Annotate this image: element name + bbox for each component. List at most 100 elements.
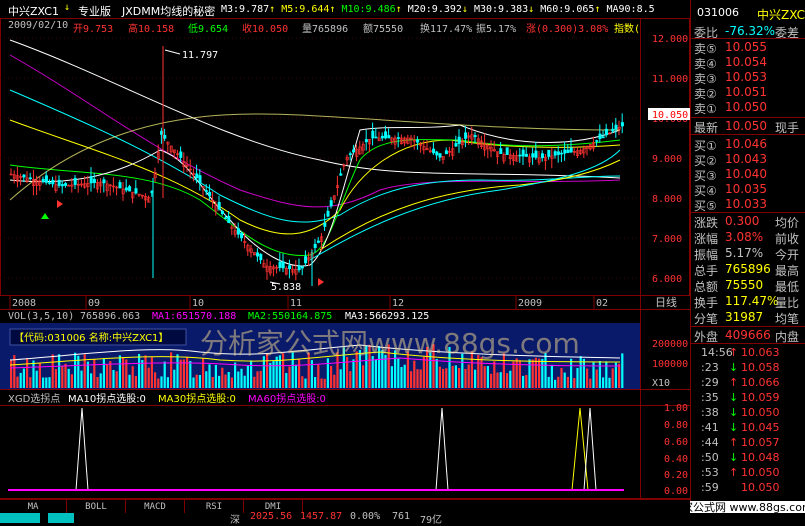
candle-body [416,139,420,143]
rp-extra: 最低 [775,280,800,294]
volume-bar [608,377,611,388]
rp-value: 765896 [725,262,771,276]
volume-bar [390,366,393,388]
indicator-name[interactable]: JXDMM均线的秘密 [122,3,215,19]
rp-outer: 外盘 409666 内盘 [694,328,800,344]
volume-bar [576,367,579,388]
tick-time: :29 [701,376,719,389]
volume-bar [205,371,208,388]
ma-m5: M5:9.644 [281,4,330,15]
volume-bar [234,362,237,388]
quote-change: 涨(0.300)3.08% [526,24,609,35]
candle-body [92,178,96,183]
tick-direction-icon: ↓ [729,361,739,374]
candle-body [380,135,384,139]
vol-axis-tick: 100000 [652,359,688,370]
candle-body [134,188,138,194]
volume-bar [48,377,51,388]
volume-bar [224,374,227,388]
candle-body [432,148,436,154]
candle-body [281,261,285,269]
dropdown-arrow-icon[interactable]: ↓ [64,2,70,13]
date-tick: 2008 [12,298,36,309]
volume-bar [563,372,566,388]
volume-bar [173,369,176,388]
status-pct: 0.00% [350,511,381,522]
candle-body [457,136,461,144]
rp-value: 10.043 [725,152,767,166]
volume-bar [317,364,320,388]
date-tick: 12 [392,298,404,309]
volume-bar [323,378,326,388]
mode-label[interactable]: 专业版 [78,3,111,19]
rp-label: 振幅 [694,248,719,262]
rp-value: 31987 [725,310,764,324]
vol-title: VOL(3,5,10) [8,311,74,322]
candle-body [387,135,391,139]
volume-bar [560,367,563,388]
volume-bar [531,359,534,388]
period-label[interactable]: 日线 [655,295,677,309]
candle-body [499,148,503,155]
tick-row: :50 ↓ 10.048 [691,451,805,465]
ma-values: M3:9.787↑ M5:9.644↑ M10:9.486↑ M20:9.392… [221,4,655,15]
volume-bar [106,364,109,388]
tab-boll[interactable]: BOLL [67,500,126,514]
volume-bar [464,368,467,388]
candle-body [288,265,292,269]
volume-bar [19,372,22,388]
rp-header: 031006 中兴ZXC [691,6,805,22]
volume-bar [557,376,560,388]
volume-bar [253,376,256,388]
arrow-icon: ↑ [594,4,601,15]
stat-row: 涨幅 3.08% 前收 [691,230,805,246]
tick-row: :53 ↑ 10.050 [691,466,805,480]
volume-bar [45,377,48,388]
tab-ma[interactable]: MA [0,500,67,514]
candle-body [464,132,468,139]
volume-bar [333,374,336,388]
volume-bar [582,358,585,388]
date-tick: 11 [290,298,302,309]
tick-direction-icon: ↑ [729,436,739,449]
volume-bar [400,367,403,388]
xgd-tick: 0.80 [664,420,688,431]
volume-bar [397,358,400,388]
volume-bar [154,372,157,388]
tick-price: 10.050 [741,481,780,494]
volume-bar [150,357,153,388]
rp-value: 3.08% [725,230,764,244]
candle-body [22,174,26,178]
tick-row: :35 ↓ 10.059 [691,391,805,405]
rp-latest: 最新 10.050 现手 [694,119,800,135]
volume-bar [54,368,57,388]
quote-panel: 031006 中兴ZXC 委比 -76.32% 委差 最新 10.050 现手 … [656,0,805,523]
watermark: 分析家公式网www.88gs.com [200,327,580,360]
quote-info-bar: 2009/02/10 开9.753 高10.158 低9.654 收10.050… [0,18,690,35]
status-block [0,513,40,523]
arrow-icon: ↓ [461,4,468,15]
tick-price: 10.050 [741,466,780,479]
volume-bar [589,378,592,388]
tick-price: 10.045 [741,421,780,434]
tick-time: :38 [701,406,719,419]
price-tick: 12.000 [652,34,688,45]
arrow-icon: ↑ [329,4,336,15]
volume-bar [26,357,29,388]
volume-bar [483,366,486,388]
xgd-tick: 1.00 [664,403,688,414]
candle-body [124,187,128,191]
buy-arrow-icon [41,213,49,219]
arrow-icon: ↑ [395,4,402,15]
tab-macd[interactable]: MACD [126,500,185,514]
candle-body [64,183,68,186]
volume-bar [102,358,105,388]
date-axis: 2008 09 10 11 12 2009 02 [12,298,608,309]
candle-body [396,137,400,139]
tick-row: :23 ↓ 10.058 [691,361,805,375]
rp-label: 涨跌 [694,216,719,230]
tick-direction-icon: ↑ [729,376,739,389]
volume-bar [442,368,445,388]
volume-bar [67,368,70,388]
low-annotation: 5.838 [271,282,301,293]
